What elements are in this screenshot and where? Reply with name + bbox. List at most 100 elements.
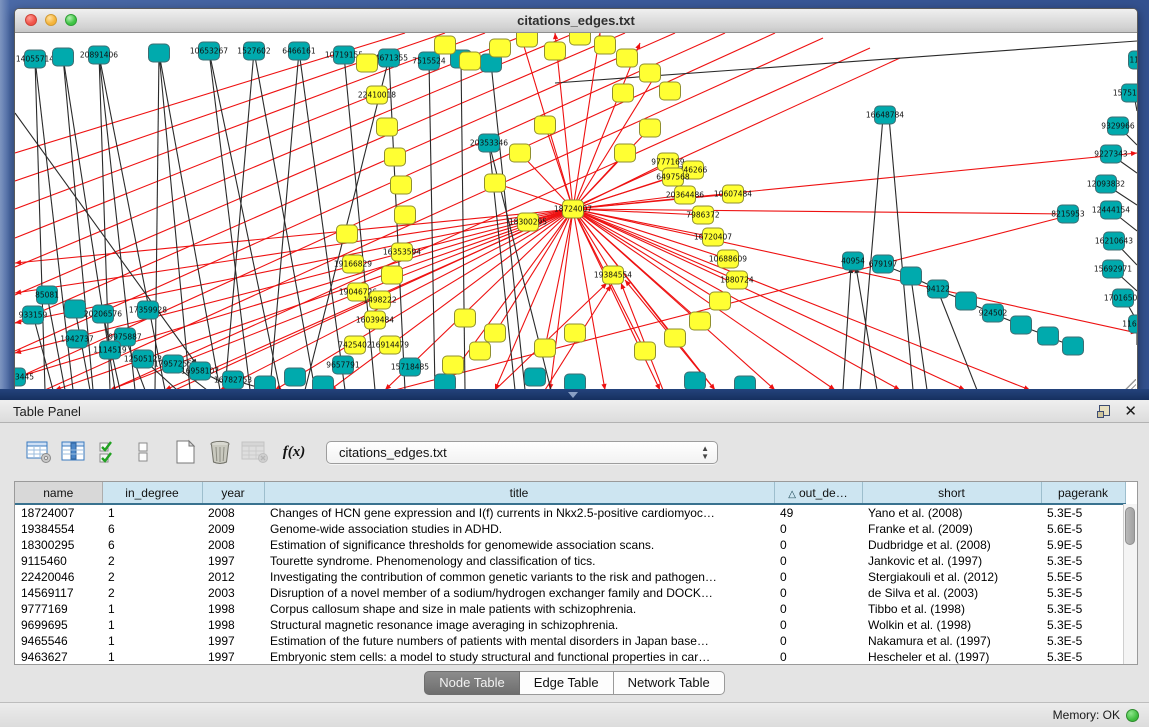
graph-node[interactable]: 10607484 [714, 185, 752, 203]
graph-node[interactable] [535, 339, 556, 357]
graph-node[interactable] [385, 148, 406, 166]
graph-node[interactable] [956, 292, 977, 310]
tab-edge-table[interactable]: Edge Table [520, 671, 614, 695]
graph-node[interactable]: 10653267 [190, 42, 228, 60]
graph-node[interactable] [357, 54, 378, 72]
column-header-title[interactable]: title [264, 482, 774, 504]
graph-node[interactable] [617, 49, 638, 67]
tab-node-table[interactable]: Node Table [424, 671, 520, 695]
table-row[interactable]: 2242004622012Investigating the contribut… [15, 569, 1125, 585]
graph-node[interactable]: 16648784 [866, 106, 904, 124]
table-row[interactable]: 911546021997Tourette syndrome. Phenomeno… [15, 553, 1125, 569]
graph-nodes[interactable]: 14055714 20891406 10653267 1527602 6466161 10… [15, 33, 1137, 391]
graph-node[interactable] [470, 342, 491, 360]
graph-node[interactable] [395, 206, 416, 224]
table-mode-icon[interactable] [24, 438, 54, 466]
graph-node[interactable]: 7425402 [338, 336, 372, 354]
clear-selection-icon[interactable] [129, 438, 159, 466]
column-header-short[interactable]: short [862, 482, 1041, 504]
function-builder-icon[interactable]: f(x) [279, 438, 309, 466]
graph-node[interactable]: 9329966 [1101, 117, 1135, 135]
network-canvas[interactable]: 14055714 20891406 10653267 1527602 6466161 10… [15, 33, 1137, 393]
graph-node[interactable]: 19166829 [334, 255, 372, 273]
table-row[interactable]: 946554611997Estimation of the future num… [15, 633, 1125, 649]
graph-node[interactable]: 94122 [926, 280, 950, 298]
graph-node[interactable]: 924502 [979, 304, 1008, 322]
graph-node[interactable]: 16210643 [1095, 232, 1133, 250]
column-visibility-icon[interactable] [59, 438, 89, 466]
graph-node[interactable]: 7986372 [686, 206, 720, 224]
graph-node[interactable]: 679197 [869, 255, 898, 273]
table-row[interactable]: 1938455462009Genome-wide association stu… [15, 521, 1125, 537]
graph-node[interactable] [517, 33, 538, 47]
column-header-indegree[interactable]: in_degree [102, 482, 202, 504]
graph-node[interactable] [490, 39, 511, 57]
table-row[interactable]: 969969511998Structural magnetic resonanc… [15, 617, 1125, 633]
graph-node[interactable] [455, 309, 476, 327]
network-window-titlebar[interactable]: citations_edges.txt [15, 9, 1137, 33]
graph-node[interactable] [545, 42, 566, 60]
graph-node[interactable] [685, 372, 706, 390]
graph-node[interactable]: 15751074 [1113, 84, 1137, 102]
graph-node[interactable] [615, 144, 636, 162]
graph-node[interactable] [690, 312, 711, 330]
graph-node[interactable]: 6466161 [282, 42, 316, 60]
graph-node[interactable]: 20353346 [470, 134, 508, 152]
graph-node[interactable] [1063, 337, 1084, 355]
graph-node[interactable]: 16039484 [356, 311, 394, 329]
graph-node[interactable]: 12093832 [1087, 175, 1125, 193]
graph-node[interactable]: 12923445 [15, 368, 34, 386]
network-graph[interactable]: 14055714 20891406 10653267 1527602 6466161 10… [15, 33, 1137, 391]
graph-node[interactable]: 14055714 [16, 50, 54, 68]
graph-node[interactable]: 1527602 [237, 42, 271, 60]
graph-node[interactable] [710, 292, 731, 310]
graph-node[interactable]: 7515524 [412, 52, 446, 70]
graph-node[interactable] [535, 116, 556, 134]
table-select-combobox[interactable]: citations_edges.txt ▲▼ [326, 441, 718, 464]
graph-node[interactable] [485, 324, 506, 342]
graph-node[interactable] [53, 48, 74, 66]
graph-node[interactable]: 85081 [35, 286, 59, 304]
table-row[interactable]: 1830029562008Estimation of significance … [15, 537, 1125, 553]
graph-node[interactable] [382, 266, 403, 284]
graph-node[interactable]: 9227343 [1094, 145, 1128, 163]
graph-node[interactable]: 933159 [19, 306, 48, 324]
graph-node[interactable] [485, 174, 506, 192]
graph-node[interactable] [337, 225, 358, 243]
graph-node[interactable] [391, 176, 412, 194]
splitter-handle[interactable] [568, 392, 578, 398]
graph-node[interactable] [1038, 327, 1059, 345]
graph-node[interactable]: 15718485 [391, 358, 429, 376]
column-header-outde[interactable]: △out_de… [774, 482, 862, 504]
graph-node[interactable] [377, 118, 398, 136]
graph-node[interactable] [460, 52, 481, 70]
graph-node[interactable]: 16353594 [383, 243, 421, 261]
graph-node[interactable]: 20364486 [666, 186, 704, 204]
close-panel-icon[interactable]: ✕ [1124, 405, 1137, 418]
graph-node[interactable] [1011, 316, 1032, 334]
graph-node[interactable] [443, 356, 464, 374]
graph-node[interactable]: 1117 [1129, 51, 1138, 69]
table-row[interactable]: 946362711997Embryonic stem cells: a mode… [15, 649, 1125, 665]
graph-node[interactable]: 12444154 [1092, 201, 1130, 219]
float-panel-icon[interactable] [1097, 405, 1110, 418]
column-header-name[interactable]: name [15, 482, 102, 504]
graph-node[interactable] [640, 119, 661, 137]
graph-node[interactable] [635, 342, 656, 360]
column-header-pagerank[interactable]: pagerank [1041, 482, 1125, 504]
graph-node[interactable] [570, 33, 591, 45]
graph-node[interactable]: 20891406 [80, 46, 118, 64]
graph-node[interactable] [565, 324, 586, 342]
table-row[interactable]: 977716911998Corpus callosum shape and si… [15, 601, 1125, 617]
graph-node[interactable] [595, 36, 616, 54]
graph-node[interactable] [613, 84, 634, 102]
delete-column-icon[interactable] [205, 438, 235, 466]
graph-node[interactable]: 17016504 [1104, 289, 1137, 307]
graph-node[interactable] [525, 368, 546, 386]
graph-node[interactable] [510, 144, 531, 162]
graph-node[interactable] [901, 267, 922, 285]
table-row[interactable]: 1456911722003Disruption of a novel membe… [15, 585, 1125, 601]
column-header-year[interactable]: year [202, 482, 264, 504]
table-row[interactable]: 1872400712008Changes of HCN gene express… [15, 504, 1125, 521]
row-select-icon[interactable] [94, 438, 124, 466]
